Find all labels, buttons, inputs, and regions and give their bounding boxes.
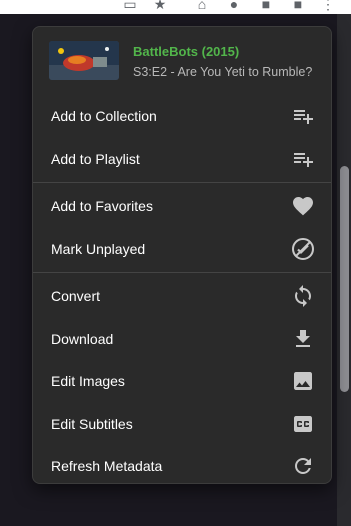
menu-item-label: Edit Subtitles (51, 415, 133, 432)
menu-item-refresh-metadata[interactable]: Refresh Metadata (33, 445, 331, 483)
menu-item-add-to-favorites[interactable]: Add to Favorites (33, 185, 331, 228)
playlist-add-icon (291, 104, 315, 128)
menu-item-label: Add to Favorites (51, 198, 153, 215)
heart-icon (291, 194, 315, 218)
profile-icon[interactable]: ■ (290, 0, 306, 12)
menu-item-mark-unplayed[interactable]: Mark Unplayed (33, 228, 331, 271)
more-icon[interactable]: ⋮ (320, 0, 336, 12)
download-icon (291, 327, 315, 351)
sync-icon (291, 284, 315, 308)
playlist-add-icon (291, 147, 315, 171)
extension-icon[interactable]: ● (226, 0, 242, 12)
menu-item-label: Refresh Metadata (51, 458, 163, 475)
menu-item-download[interactable]: Download (33, 318, 331, 361)
episode-thumbnail (49, 41, 119, 80)
menu-item-add-to-collection[interactable]: Add to Collection (33, 95, 331, 138)
image-icon (291, 369, 315, 393)
episode-subtitle: S3:E2 - Are You Yeti to Rumble? (133, 65, 313, 79)
menu-item-label: Convert (51, 288, 101, 305)
scrollbar-thumb[interactable] (340, 166, 349, 392)
menu-divider (33, 272, 331, 273)
window-icon[interactable]: ■ (258, 0, 274, 12)
page-icon[interactable]: ▭ (122, 0, 138, 12)
menu-item-label: Edit Images (51, 373, 125, 390)
refresh-icon (291, 454, 315, 478)
menu-item-edit-subtitles[interactable]: Edit Subtitles (33, 403, 331, 446)
closed-caption-icon (291, 412, 315, 436)
menu-item-edit-images[interactable]: Edit Images (33, 360, 331, 403)
menu-item-label: Mark Unplayed (51, 240, 146, 257)
home-icon[interactable]: ⌂ (194, 0, 210, 12)
menu-header: BattleBots (2015) S3:E2 - Are You Yeti t… (33, 27, 331, 95)
battle-arena-image (49, 41, 119, 80)
context-menu: BattleBots (2015) S3:E2 - Are You Yeti t… (32, 26, 332, 484)
star-icon[interactable]: ★ (152, 0, 168, 12)
menu-item-label: Download (51, 330, 114, 347)
menu-item-convert[interactable]: Convert (33, 275, 331, 318)
series-title[interactable]: BattleBots (2015) (133, 44, 239, 59)
menu-item-label: Add to Playlist (51, 150, 140, 167)
check-circle-icon (291, 237, 315, 261)
menu-divider (33, 182, 331, 183)
menu-item-label: Add to Collection (51, 108, 157, 125)
menu-item-add-to-playlist[interactable]: Add to Playlist (33, 138, 331, 181)
browser-toolbar-strip: ▭ ★ ⌂ ● ■ ■ ⋮ (0, 0, 351, 14)
